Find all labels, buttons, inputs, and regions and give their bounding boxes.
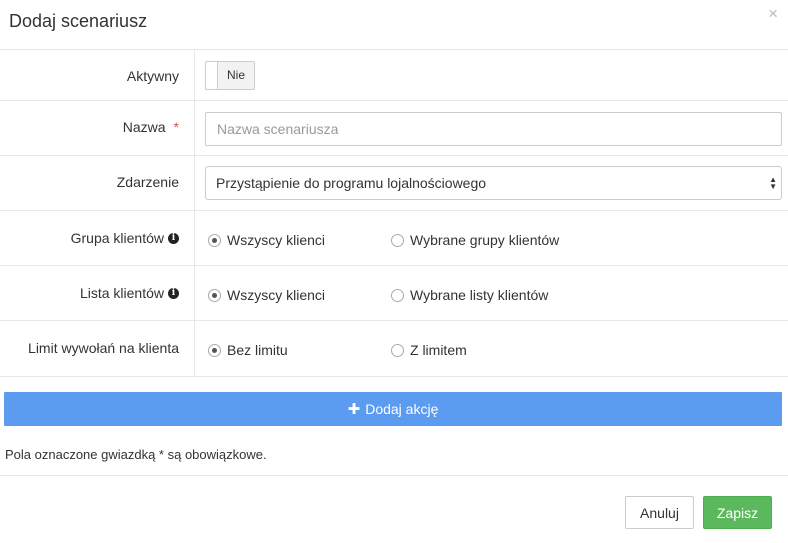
add-action-button[interactable]: ✚ Dodaj akcję [4,392,782,426]
radio-dot[interactable] [208,233,221,247]
toggle-label: Nie [226,68,245,82]
info-circle-icon[interactable]: i [168,287,179,299]
radio-dot[interactable] [391,343,404,357]
radio-client-list-all[interactable]: Wszyscy klienci [208,287,325,303]
active-label: Aktywny [126,68,179,84]
radio-limit-none[interactable]: Bez limitu [208,342,288,358]
modal-footer: Anuluj Zapisz [0,475,788,543]
form-row-name: Nazwa * [0,101,788,156]
client-group-label: Grupa klientów i [71,230,179,246]
form-row-active: Aktywny Nie [0,50,788,101]
radio-limit-with[interactable]: Z limitem [391,342,467,358]
select-arrows-icon: ▲ ▼ [769,175,777,191]
name-label: Nazwa * [122,119,179,135]
event-select[interactable]: Przystąpienie do programu lojalnościoweg… [205,166,782,200]
form-row-call-limit: Limit wywołań na klienta Bez limitu Z li… [0,321,788,377]
event-selected-value: Przystąpienie do programu lojalnościoweg… [216,175,487,191]
close-icon[interactable]: × [768,5,778,23]
modal-header: Dodaj scenariusz × [0,0,788,50]
form-row-client-group: Grupa klientów i Wszyscy klienci Wybrane… [0,211,788,266]
active-toggle[interactable]: Nie [205,61,255,90]
radio-dot[interactable] [391,233,404,247]
radio-dot[interactable] [208,343,221,357]
radio-client-group-all[interactable]: Wszyscy klienci [208,232,325,248]
form-row-client-list: Lista klientów i Wszyscy klienci Wybrane… [0,266,788,321]
call-limit-label: Limit wywołań na klienta [28,340,179,356]
plus-icon: ✚ [347,401,361,418]
radio-client-list-selected[interactable]: Wybrane listy klientów [391,287,548,303]
required-fields-note: Pola oznaczone gwiazdką * są obowiązkowe… [5,447,267,462]
radio-client-group-selected[interactable]: Wybrane grupy klientów [391,232,559,248]
required-asterisk: * [173,119,179,135]
form-row-event: Zdarzenie Przystąpienie do programu loja… [0,156,788,211]
name-input[interactable] [205,112,782,146]
event-label: Zdarzenie [116,174,179,190]
toggle-knob[interactable] [206,62,218,89]
cancel-button[interactable]: Anuluj [625,496,694,529]
info-circle-icon[interactable]: i [168,232,179,244]
client-list-label: Lista klientów i [80,285,179,301]
save-button[interactable]: Zapisz [703,496,772,529]
radio-dot[interactable] [208,288,221,302]
modal-title: Dodaj scenariusz [9,11,148,31]
radio-dot[interactable] [391,288,404,302]
